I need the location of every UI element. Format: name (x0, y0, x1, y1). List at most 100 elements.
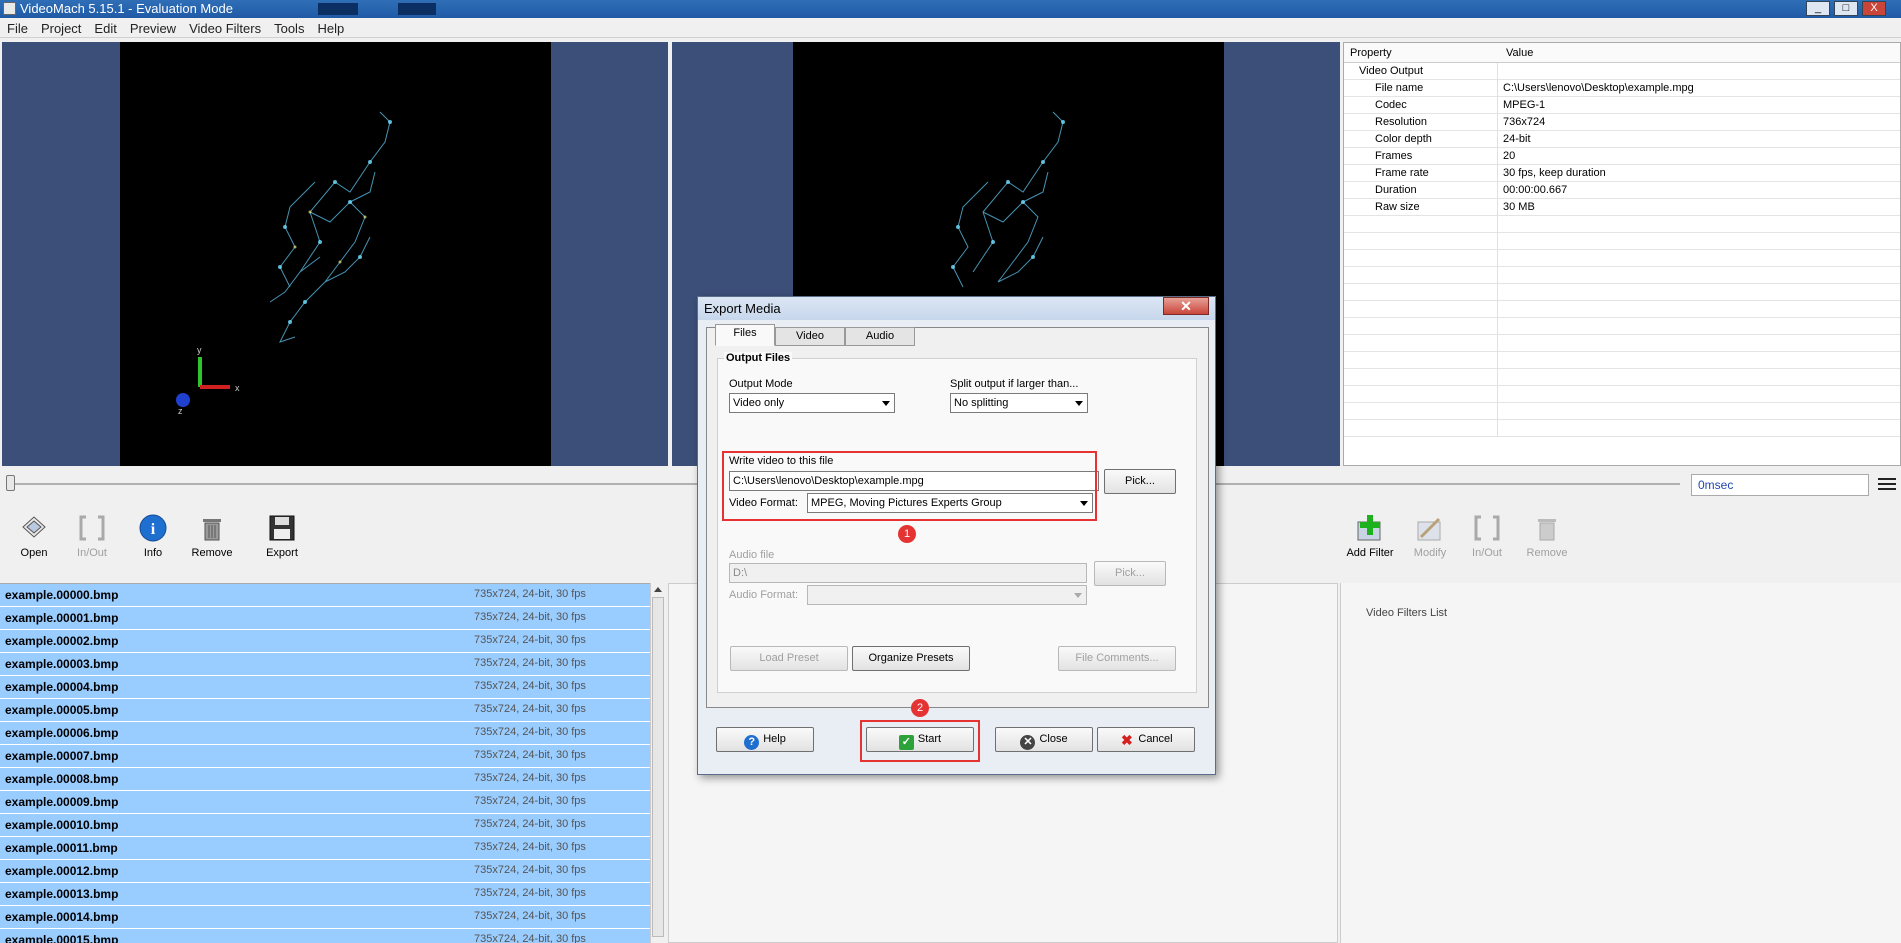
tab-audio[interactable]: Audio (845, 327, 915, 346)
tab-files[interactable]: Files (715, 324, 775, 346)
list-item[interactable]: example.00012.bmp 735x724, 24-bit, 30 fps (0, 860, 650, 883)
scroll-thumb[interactable] (652, 597, 664, 937)
export-button[interactable]: Export (262, 513, 302, 559)
list-item[interactable]: example.00004.bmp 735x724, 24-bit, 30 fps (0, 676, 650, 699)
chevron-down-icon (1075, 401, 1083, 406)
list-item[interactable]: example.00003.bmp 735x724, 24-bit, 30 fps (0, 653, 650, 676)
menu-tools[interactable]: Tools (267, 18, 310, 36)
list-item[interactable]: example.00000.bmp 735x724, 24-bit, 30 fps (0, 584, 650, 607)
property-row: Raw size 30 MB (1344, 199, 1900, 216)
list-item[interactable]: example.00010.bmp 735x724, 24-bit, 30 fps (0, 814, 650, 837)
list-item[interactable]: example.00008.bmp 735x724, 24-bit, 30 fps (0, 768, 650, 791)
scroll-up-icon[interactable] (654, 587, 662, 592)
menu-help[interactable]: Help (310, 18, 350, 36)
maximize-button[interactable]: □ (1834, 1, 1858, 16)
value-column-header[interactable]: Value (1506, 47, 1533, 59)
menu-video-filters[interactable]: Video Filters (182, 18, 267, 36)
file-info: 735x724, 24-bit, 30 fps (474, 818, 586, 830)
file-name: example.00013.bmp (5, 887, 119, 901)
video-filters-list-label: Video Filters List (1366, 607, 1448, 619)
close-button[interactable]: ✕ Close (995, 727, 1093, 752)
file-info: 735x724, 24-bit, 30 fps (474, 611, 586, 623)
dialog-title: Export Media (704, 301, 781, 316)
annotation-badge-2: 2 (911, 699, 929, 717)
property-value: MPEG-1 (1503, 99, 1546, 111)
in-out-button[interactable]: In/Out (70, 513, 114, 559)
menu-project[interactable]: Project (34, 18, 87, 36)
file-info: 735x724, 24-bit, 30 fps (474, 841, 586, 853)
dialog-close-icon[interactable]: ✕ (1163, 297, 1209, 315)
property-value: 24-bit (1503, 133, 1531, 145)
remove-filter-button[interactable]: Remove (1522, 513, 1572, 559)
file-name: example.00008.bmp (5, 772, 119, 786)
split-output-label: Split output if larger than... (950, 378, 1079, 390)
file-info: 735x724, 24-bit, 30 fps (474, 634, 586, 646)
axis-z-label: z (178, 406, 183, 416)
list-item[interactable]: example.00015.bmp 735x724, 24-bit, 30 fps (0, 929, 650, 943)
property-value: 30 fps, keep duration (1503, 167, 1606, 179)
start-button[interactable]: ✓ Start (866, 727, 974, 752)
start-icon: ✓ (898, 735, 914, 750)
list-item[interactable]: example.00007.bmp 735x724, 24-bit, 30 fps (0, 745, 650, 768)
property-key: File name (1375, 82, 1424, 94)
source-preview-frame: y x z (120, 42, 551, 466)
title-bar: VideoMach 5.15.1 - Evaluation Mode _ □ X (0, 0, 1901, 18)
file-info: 735x724, 24-bit, 30 fps (474, 703, 586, 715)
file-list-scrollbar[interactable] (650, 583, 666, 943)
menu-preview[interactable]: Preview (123, 18, 182, 36)
file-info: 735x724, 24-bit, 30 fps (474, 657, 586, 669)
hamburger-menu-icon[interactable] (1878, 478, 1896, 490)
open-icon (19, 513, 49, 543)
organize-presets-button[interactable]: Organize Presets (852, 646, 970, 671)
file-name: example.00003.bmp (5, 657, 119, 671)
list-item[interactable]: example.00009.bmp 735x724, 24-bit, 30 fps (0, 791, 650, 814)
list-item[interactable]: example.00013.bmp 735x724, 24-bit, 30 fps (0, 883, 650, 906)
file-name: example.00004.bmp (5, 680, 119, 694)
remove-button[interactable]: Remove (188, 513, 236, 559)
in-out-icon (77, 513, 107, 543)
property-key: Color depth (1375, 133, 1432, 145)
property-key: Codec (1375, 99, 1407, 111)
add-filter-button[interactable]: Add Filter (1345, 513, 1395, 559)
list-item[interactable]: example.00006.bmp 735x724, 24-bit, 30 fps (0, 722, 650, 745)
audio-format-select[interactable] (807, 585, 1087, 605)
list-item[interactable]: example.00002.bmp 735x724, 24-bit, 30 fps (0, 630, 650, 653)
pick-audio-file-button[interactable]: Pick... (1094, 561, 1166, 586)
menu-file[interactable]: File (0, 18, 34, 36)
file-comments-button[interactable]: File Comments... (1058, 646, 1176, 671)
title-redaction (398, 3, 436, 15)
split-output-select[interactable]: No splitting (950, 393, 1088, 413)
cancel-button[interactable]: ✖ Cancel (1097, 727, 1195, 752)
timeline-thumb[interactable] (6, 475, 15, 491)
open-button[interactable]: Open (14, 513, 54, 559)
list-item[interactable]: example.00005.bmp 735x724, 24-bit, 30 fps (0, 699, 650, 722)
file-info: 735x724, 24-bit, 30 fps (474, 933, 586, 943)
load-preset-button[interactable]: Load Preset (730, 646, 848, 671)
menu-edit[interactable]: Edit (87, 18, 122, 36)
close-window-button[interactable]: X (1862, 1, 1886, 16)
file-info: 735x724, 24-bit, 30 fps (474, 588, 586, 600)
output-mode-select[interactable]: Video only (729, 393, 895, 413)
audio-file-input[interactable]: D:\ (729, 563, 1087, 583)
property-value: 00:00:00.667 (1503, 184, 1568, 196)
title-redaction (318, 3, 358, 15)
property-row: Frames 20 (1344, 148, 1900, 165)
file-info: 735x724, 24-bit, 30 fps (474, 772, 586, 784)
file-info: 735x724, 24-bit, 30 fps (474, 749, 586, 761)
time-display[interactable]: 0msec (1691, 474, 1869, 496)
pick-output-file-button[interactable]: Pick... (1104, 469, 1176, 494)
list-item[interactable]: example.00011.bmp 735x724, 24-bit, 30 fps (0, 837, 650, 860)
modify-button[interactable]: Modify (1405, 513, 1455, 559)
tab-video[interactable]: Video (775, 327, 845, 346)
property-row: Resolution 736x724 (1344, 114, 1900, 131)
open-label: Open (20, 547, 48, 559)
list-item[interactable]: example.00001.bmp 735x724, 24-bit, 30 fps (0, 607, 650, 630)
property-column-header[interactable]: Property (1350, 47, 1392, 59)
info-button[interactable]: i Info (133, 513, 173, 559)
help-button[interactable]: ? Help (716, 727, 814, 752)
in-out-button[interactable]: In/Out (1465, 513, 1509, 559)
remove-filter-label: Remove (1526, 547, 1568, 559)
minimize-button[interactable]: _ (1806, 1, 1830, 16)
list-item[interactable]: example.00014.bmp 735x724, 24-bit, 30 fps (0, 906, 650, 929)
property-key: Frames (1375, 150, 1413, 162)
